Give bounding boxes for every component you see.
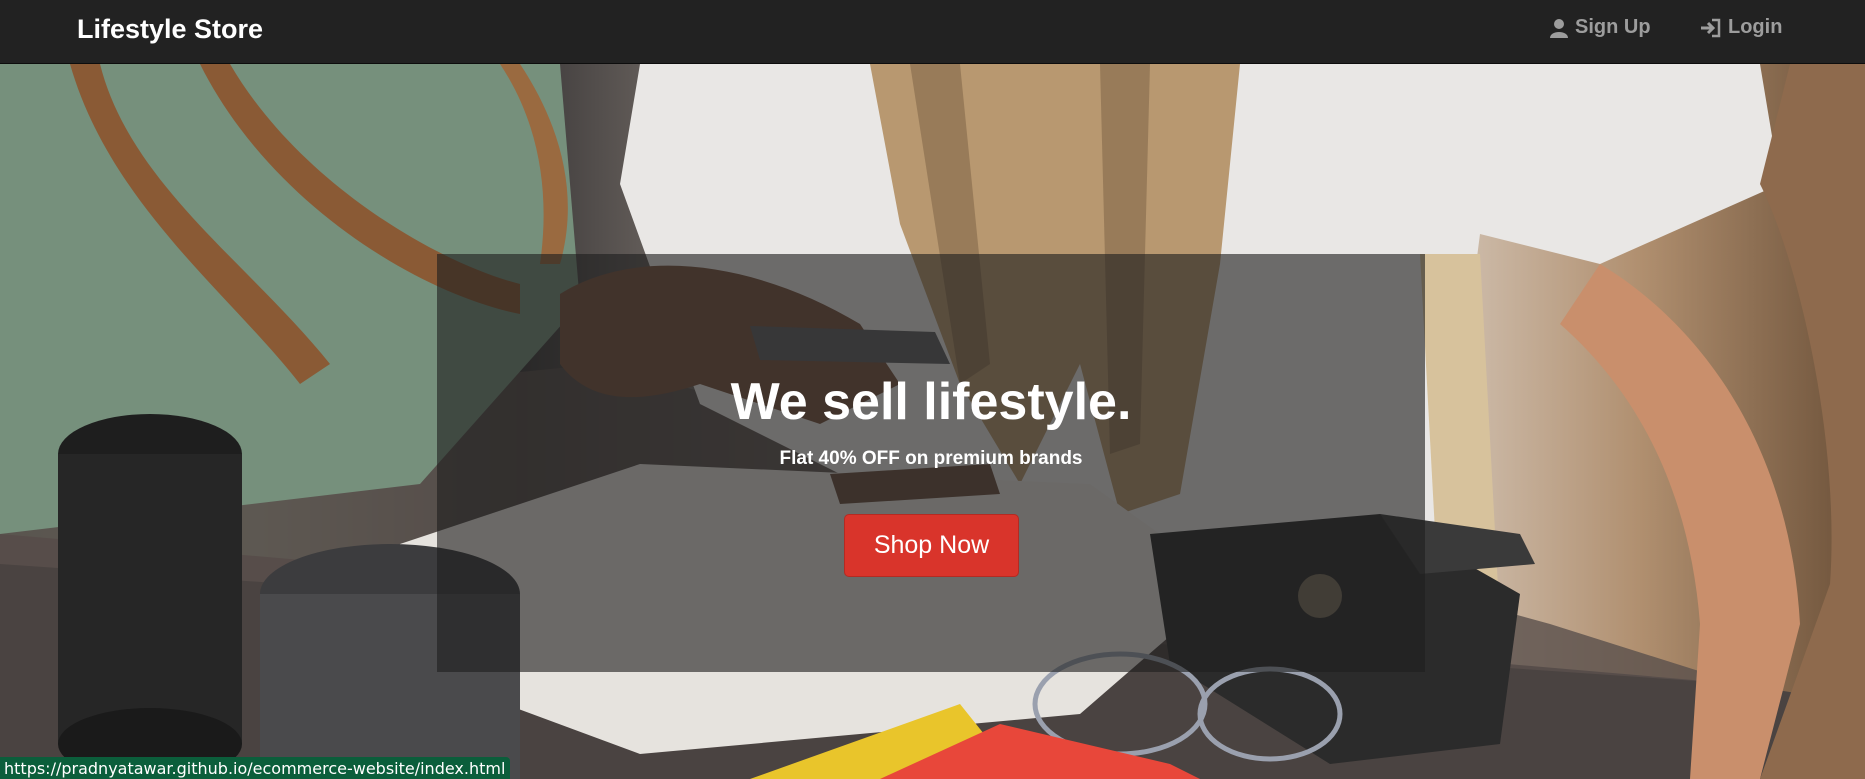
brand-logo-link[interactable]: Lifestyle Store bbox=[77, 14, 263, 45]
shop-now-button[interactable]: Shop Now bbox=[844, 514, 1019, 577]
login-link[interactable]: Login bbox=[1700, 16, 1782, 39]
signup-label: Sign Up bbox=[1575, 16, 1651, 38]
hero-headline: We sell lifestyle. bbox=[730, 373, 1132, 431]
user-icon bbox=[1550, 18, 1568, 38]
hero-subheadline: Flat 40% OFF on premium brands bbox=[779, 448, 1083, 469]
status-bar-url: https://pradnyatawar.github.io/ecommerce… bbox=[0, 757, 510, 779]
login-label: Login bbox=[1728, 16, 1783, 38]
hero-overlay-panel: We sell lifestyle. Flat 40% OFF on premi… bbox=[437, 254, 1425, 672]
login-icon bbox=[1701, 18, 1721, 37]
signup-link[interactable]: Sign Up bbox=[1549, 16, 1651, 39]
hero-section: We sell lifestyle. Flat 40% OFF on premi… bbox=[0, 64, 1865, 779]
navbar: Lifestyle Store Sign Up Login bbox=[0, 0, 1865, 64]
